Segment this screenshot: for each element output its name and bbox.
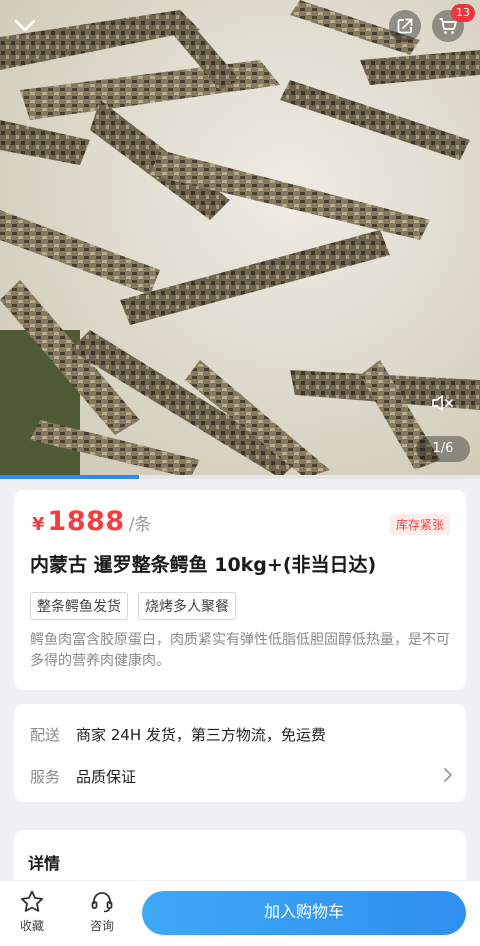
share-button[interactable] xyxy=(389,10,421,42)
price-unit: /条 xyxy=(128,515,152,535)
product-image-gallery[interactable]: 13 1/6 xyxy=(0,0,480,478)
product-description: 鳄鱼肉富含胶原蛋白，肉质紧实有弹性低脂低胆固醇低热量，是不可多得的营养肉健康肉。 xyxy=(30,632,450,669)
favorite-button[interactable]: 收藏 xyxy=(10,889,54,934)
headset-icon xyxy=(91,892,113,913)
shipping-row: 配送 商家 24H 发货，第三方物流，免运费 xyxy=(30,724,326,745)
share-icon xyxy=(397,18,413,34)
add-to-cart-button[interactable]: 加入购物车 xyxy=(142,891,466,935)
product-title: 内蒙古 暹罗整条鳄鱼 10kg+(非当日达) xyxy=(30,554,377,576)
price: ¥ 1888 /条 xyxy=(32,506,151,537)
cart-count-badge: 13 xyxy=(451,4,475,22)
favorite-label: 收藏 xyxy=(19,919,44,933)
price-value: 1888 xyxy=(47,506,125,537)
chevron-down-icon xyxy=(14,19,36,32)
consult-label: 咨询 xyxy=(89,919,114,933)
product-tags: 整条鳄鱼发货 烧烤多人聚餐 xyxy=(30,592,236,620)
gallery-progress-bar xyxy=(0,475,480,479)
stock-status-badge: 库存紧张 xyxy=(389,514,450,535)
shipping-value: 商家 24H 发货，第三方物流，免运费 xyxy=(76,726,326,744)
gallery-progress-fill xyxy=(0,475,140,479)
delivery-card: 配送 商家 24H 发货，第三方物流，免运费 服务 品质保证 xyxy=(14,704,466,802)
service-value: 品质保证 xyxy=(76,768,137,786)
service-row[interactable]: 服务 品质保证 xyxy=(30,766,454,787)
product-tag: 烧烤多人聚餐 xyxy=(138,592,236,620)
consult-button[interactable]: 咨询 xyxy=(80,889,124,934)
product-photo xyxy=(0,0,480,478)
shipping-label: 配送 xyxy=(30,726,61,744)
currency-symbol: ¥ xyxy=(32,514,45,535)
back-button[interactable] xyxy=(8,8,42,42)
mute-icon xyxy=(432,395,453,411)
product-info-card: ¥ 1888 /条 库存紧张 内蒙古 暹罗整条鳄鱼 10kg+(非当日达) 整条… xyxy=(14,490,466,690)
star-icon xyxy=(20,890,44,912)
mute-button[interactable] xyxy=(426,388,460,418)
service-label: 服务 xyxy=(30,768,61,786)
bottom-action-bar: 收藏 咨询 加入购物车 xyxy=(0,880,480,946)
chevron-right-icon xyxy=(442,766,454,788)
details-title: 详情 xyxy=(28,854,61,873)
product-tag: 整条鳄鱼发货 xyxy=(30,592,128,620)
image-pager: 1/6 xyxy=(416,436,470,462)
